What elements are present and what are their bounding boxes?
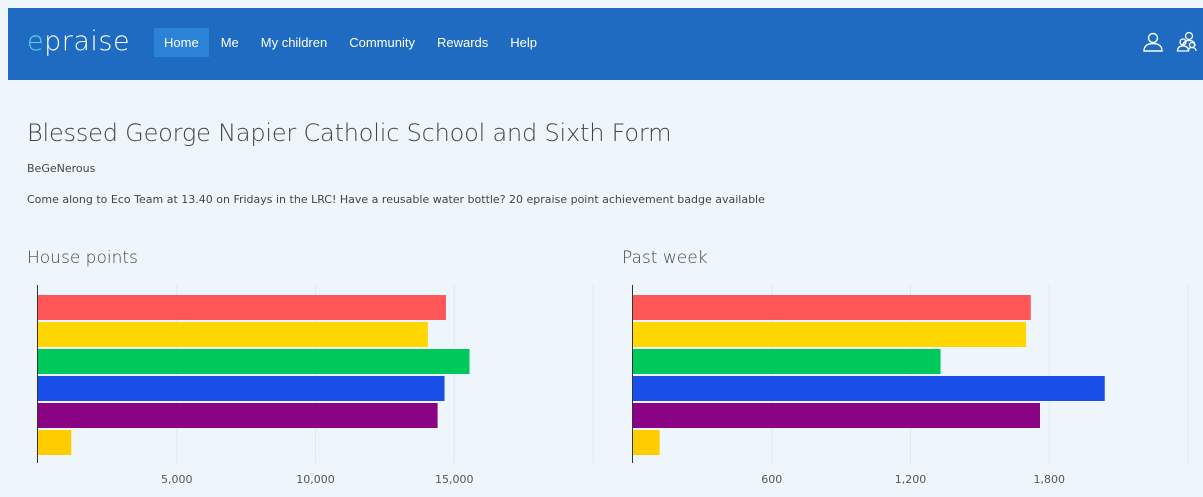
nav-help[interactable]: Help: [500, 28, 547, 57]
house-points-tick-label: 5,000: [161, 473, 193, 486]
house-points-bar: [38, 376, 445, 401]
nav-my-children[interactable]: My children: [251, 28, 337, 57]
past-week-bar: [633, 403, 1040, 428]
past-week-bar: [633, 430, 660, 455]
house-points-chart: 5,000 10,000 15,000: [37, 285, 594, 486]
past-week-bar: [633, 295, 1031, 320]
user-icon[interactable]: [1141, 30, 1169, 58]
house-points-bar: [38, 322, 428, 347]
house-points-bar: [38, 403, 438, 428]
logo-text: praise: [44, 26, 131, 57]
past-week-bar: [633, 349, 941, 374]
house-points-tick-label: 15,000: [435, 473, 474, 486]
past-week-bar: [633, 322, 1027, 347]
house-points-bar: [38, 295, 446, 320]
nav-rewards[interactable]: Rewards: [427, 28, 498, 57]
house-points-bar: [38, 349, 470, 374]
past-week-tick-label: 1,800: [1034, 473, 1066, 486]
notice-text: Come along to Eco Team at 13.40 on Frida…: [27, 193, 765, 206]
past-week-tick-label: 600: [761, 473, 782, 486]
past-week-title: Past week: [622, 248, 708, 268]
past-week-chart: 600 1,200 1,800: [632, 285, 1189, 486]
epraise-logo[interactable]: epraise: [27, 26, 130, 57]
group-icon[interactable]: [1175, 30, 1203, 58]
top-navigation-bar: epraise Home Me My children Community Re…: [8, 8, 1203, 80]
logo-prefix: e: [27, 26, 45, 57]
page-title: Blessed George Napier Catholic School an…: [27, 119, 672, 147]
nav-community[interactable]: Community: [339, 28, 425, 57]
house-points-title: House points: [27, 248, 138, 268]
main-nav: Home Me My children Community Rewards He…: [154, 28, 549, 57]
nav-home[interactable]: Home: [154, 28, 209, 57]
past-week-bar: [633, 376, 1105, 401]
school-motto: BeGeNerous: [27, 162, 96, 175]
house-points-bar: [38, 430, 72, 455]
past-week-tick-label: 1,200: [895, 473, 927, 486]
header-actions: [1135, 30, 1203, 58]
nav-me[interactable]: Me: [211, 28, 249, 57]
house-points-tick-label: 10,000: [296, 473, 335, 486]
